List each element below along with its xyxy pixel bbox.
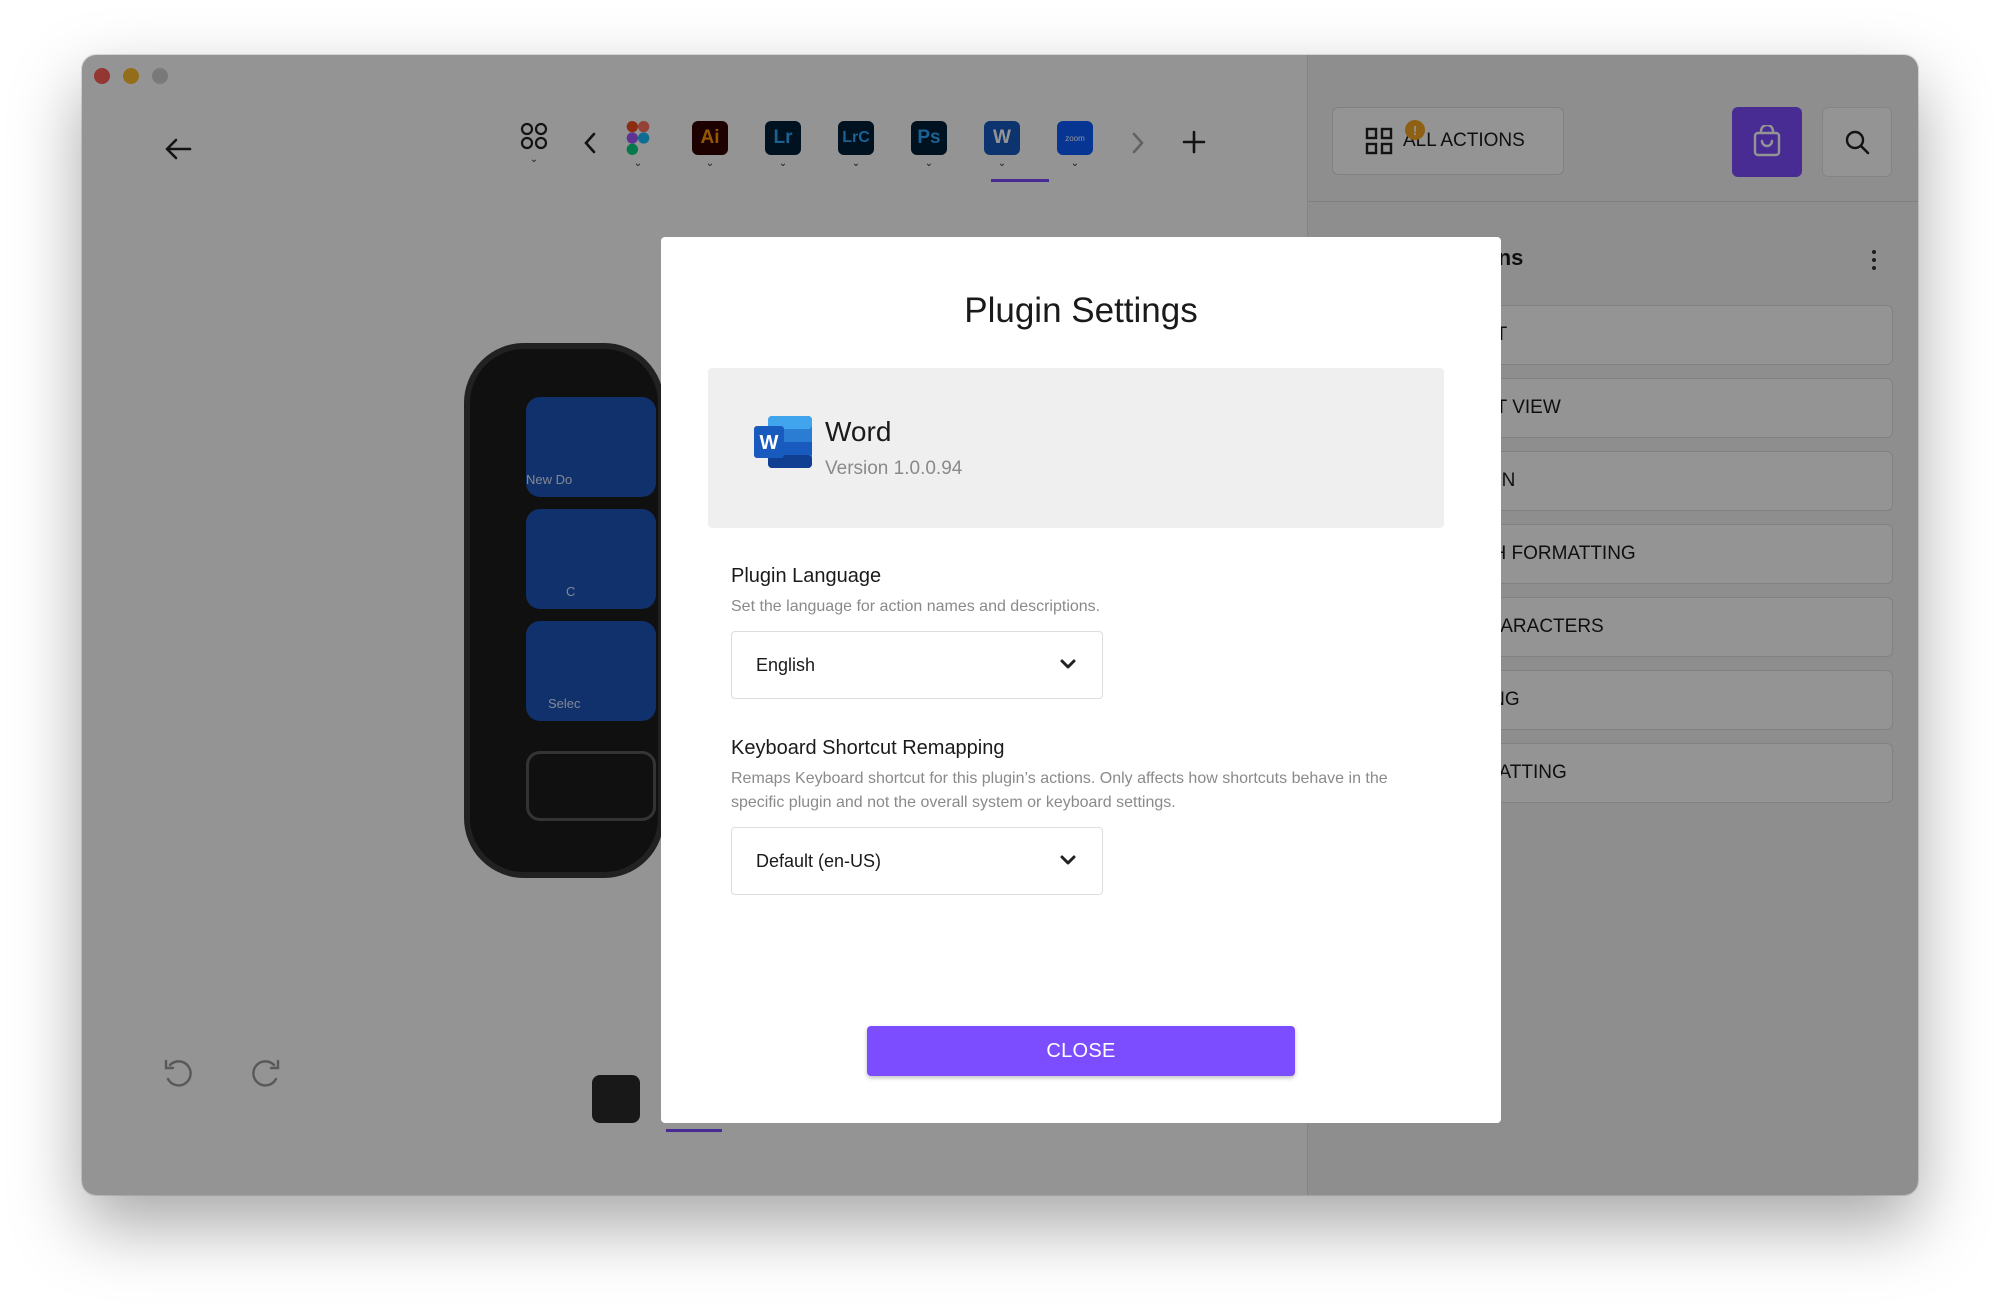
plugin-name: Word	[825, 416, 892, 447]
app-window: ⌄ ⌄ Ai ⌄ Lr ⌄ LrC ⌄ Ps ⌄ W ⌄ zoom ⌄ New …	[82, 55, 1918, 1195]
shortcut-help: Remaps Keyboard shortcut for this plugin…	[731, 770, 1388, 811]
plugin-version: Version 1.0.0.94	[825, 458, 963, 479]
chevron-down-icon	[1060, 855, 1076, 865]
chevron-down-icon	[1060, 659, 1076, 669]
shortcut-label: Keyboard Shortcut Remapping	[731, 737, 1005, 759]
language-help: Set the language for action names and de…	[731, 598, 1101, 615]
language-select-value: English	[756, 654, 816, 675]
svg-text:W: W	[760, 432, 779, 454]
shortcut-select-value: Default (en-US)	[756, 850, 882, 871]
close-button[interactable]: CLOSE	[867, 1026, 1295, 1076]
dialog-title: Plugin Settings	[964, 291, 1198, 330]
shortcut-select[interactable]: Default (en-US)	[731, 827, 1103, 895]
language-label: Plugin Language	[731, 565, 882, 587]
plugin-settings-dialog: Plugin Settings W Word Version 1.0.0.94 …	[661, 237, 1501, 1123]
word-icon: W	[754, 416, 812, 468]
language-select[interactable]: English	[731, 631, 1103, 699]
plugin-info-card: W Word Version 1.0.0.94	[708, 368, 1444, 528]
